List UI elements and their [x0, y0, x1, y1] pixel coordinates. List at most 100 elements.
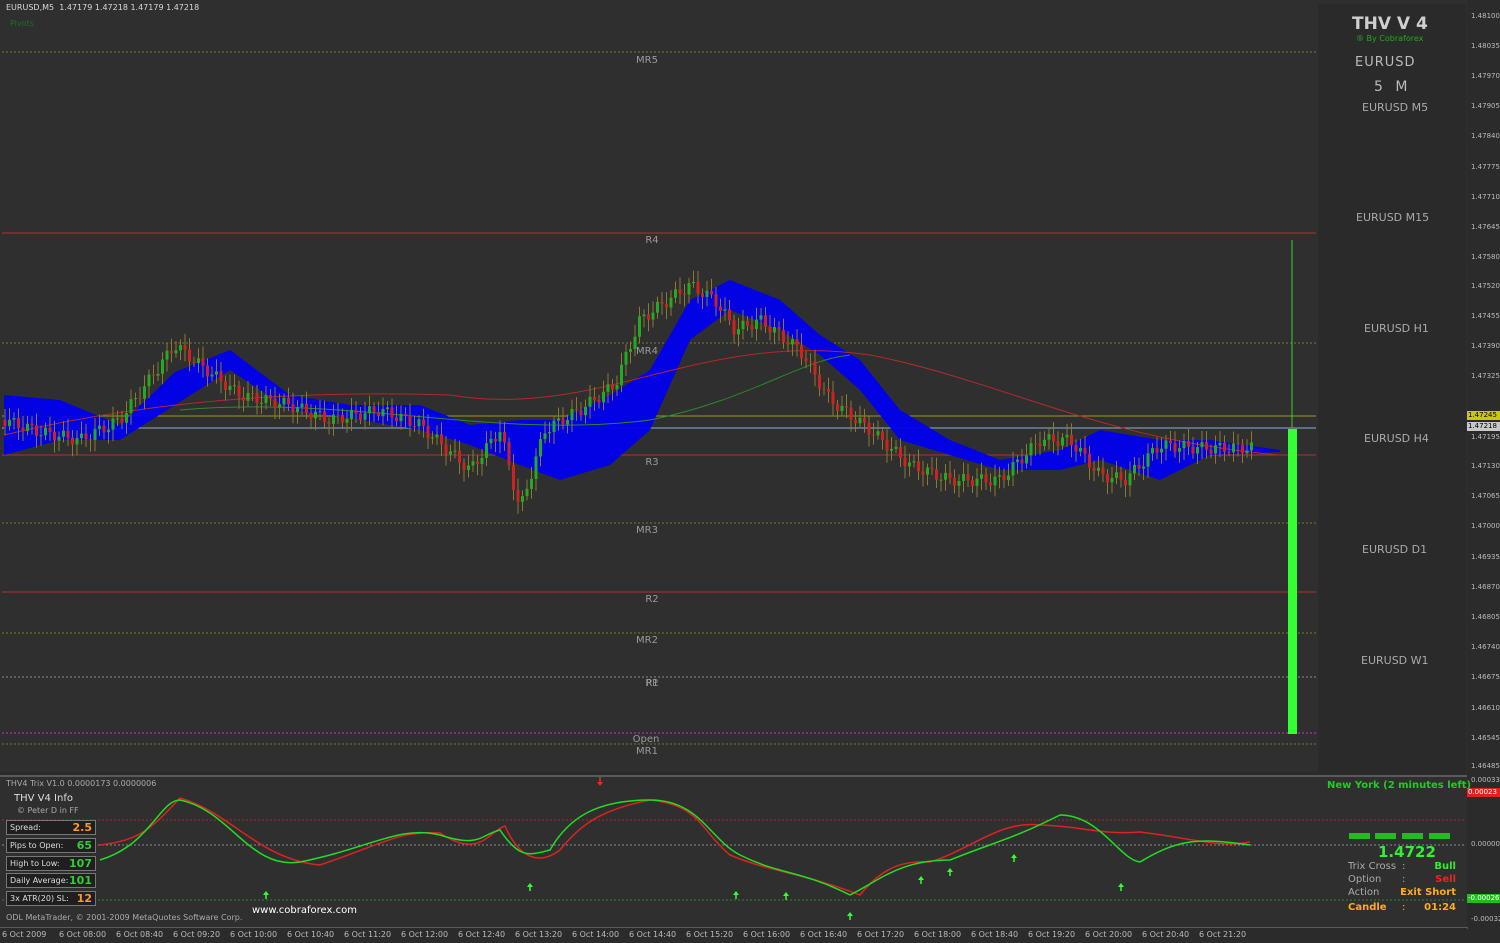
time-label: 6 Oct 12:00 [401, 930, 449, 939]
time-label: 6 Oct 14:00 [572, 930, 620, 939]
info-label: Spread: [10, 823, 41, 832]
candle-body [908, 462, 911, 467]
candle-body [777, 327, 781, 330]
info-row-daily-average: Daily Average: 101 [6, 873, 96, 888]
mini-label-h1: EURUSD H1 [1364, 322, 1429, 335]
candle-body [818, 374, 821, 389]
candle-body [575, 409, 578, 411]
time-label: 6 Oct 18:40 [971, 930, 1019, 939]
candle-body [1187, 440, 1190, 447]
candle-body [84, 433, 88, 440]
candle-body [188, 349, 191, 362]
candle-body [125, 413, 128, 423]
candle-body [179, 345, 182, 351]
price-tick: 1.47455 [1471, 312, 1500, 320]
mini-label-m5: EURUSD M5 [1362, 101, 1429, 114]
mini-label-d1: EURUSD D1 [1362, 543, 1428, 556]
candle-body [372, 406, 376, 413]
time-label: 6 Oct 19:20 [1028, 930, 1076, 939]
price-tick: 1.47325 [1471, 372, 1500, 380]
buy-arrow [918, 876, 924, 880]
sell-arrow [597, 782, 603, 786]
candle-body [989, 482, 992, 486]
candle-body [867, 422, 871, 435]
level-mr5: MR5 [636, 55, 658, 66]
candle-body [3, 420, 7, 427]
time-label: 6 Oct 17:20 [857, 930, 905, 939]
trix-signal-line [99, 797, 1251, 896]
candle-body [881, 431, 884, 440]
candle-body [98, 425, 101, 430]
thv-title: THV V 4 [1352, 14, 1428, 34]
candle-body [782, 329, 785, 343]
candle-body [1083, 447, 1087, 454]
candle-body [593, 396, 596, 400]
price-tick: 1.48035 [1471, 42, 1500, 50]
candle-body [228, 385, 232, 391]
candle-body [8, 419, 11, 427]
price-tick: 1.47065 [1471, 492, 1500, 500]
candle-body [732, 320, 736, 335]
price-tick: 1.46870 [1471, 583, 1500, 591]
signal-value-trix: Bull [1434, 861, 1456, 872]
candle-body [143, 386, 146, 399]
candle-body [116, 418, 119, 420]
candle-body [890, 448, 893, 451]
candle-body [431, 437, 434, 439]
website-link[interactable]: www.cobraforex.com [252, 905, 357, 916]
candle-body [120, 418, 124, 423]
price-tick: 1.46935 [1471, 553, 1500, 561]
candle-body [822, 388, 826, 390]
candle-body [1227, 451, 1231, 453]
price-tick: 1.46805 [1471, 613, 1500, 621]
candle-body [1205, 442, 1208, 450]
time-label: 6 Oct 13:20 [515, 930, 563, 939]
time-label: 6 Oct 16:00 [743, 930, 791, 939]
candle-body [489, 438, 493, 444]
time-label: 6 Oct 11:20 [344, 930, 392, 939]
price-tag-current: 1.47218 [1467, 422, 1500, 431]
info-value: 101 [69, 874, 92, 887]
candle-body [809, 361, 812, 363]
candle-body [206, 365, 209, 377]
mini-label-h4: EURUSD H4 [1364, 432, 1429, 445]
candle-body [1245, 450, 1249, 454]
symbol-timeframe: EURUSD,M5 [6, 3, 55, 12]
thv-symbol: EURUSD [1355, 55, 1416, 70]
candle-body [651, 312, 655, 320]
candle-body [1155, 448, 1159, 453]
info-value: 65 [76, 839, 92, 852]
candle-body [557, 418, 560, 421]
level-r2: R2 [645, 594, 659, 605]
candle-body [696, 282, 700, 294]
candle-body [147, 374, 151, 387]
pips-to-open-bar [1288, 429, 1297, 734]
candle-body [390, 407, 394, 418]
candle-body [768, 326, 772, 333]
candle-body [984, 474, 988, 483]
level-mr4: MR4 [636, 346, 658, 357]
candle-body [264, 395, 268, 403]
candle-body [962, 474, 965, 482]
candle-body [71, 437, 74, 445]
candle-body [57, 436, 61, 441]
candle-body [138, 398, 142, 400]
candle-body [566, 420, 569, 425]
candle-body [1182, 440, 1186, 449]
trix-tag-green: -0.00026 [1467, 894, 1500, 903]
candle-body [1232, 443, 1235, 453]
candle-body [53, 431, 56, 441]
candle-body [710, 290, 713, 295]
candle-body [678, 289, 682, 294]
candle-body [543, 433, 547, 440]
candle-body [876, 431, 880, 436]
pivots-tag: Pivots [10, 19, 34, 28]
candle-body [737, 329, 740, 335]
candle-body [687, 283, 691, 295]
candle-body [233, 385, 236, 387]
info-subtitle: © Peter D in FF [17, 806, 79, 815]
candle-body [719, 306, 722, 311]
candle-body [858, 417, 862, 424]
time-label: 6 Oct 10:00 [230, 930, 278, 939]
level-r4: R4 [645, 235, 659, 246]
